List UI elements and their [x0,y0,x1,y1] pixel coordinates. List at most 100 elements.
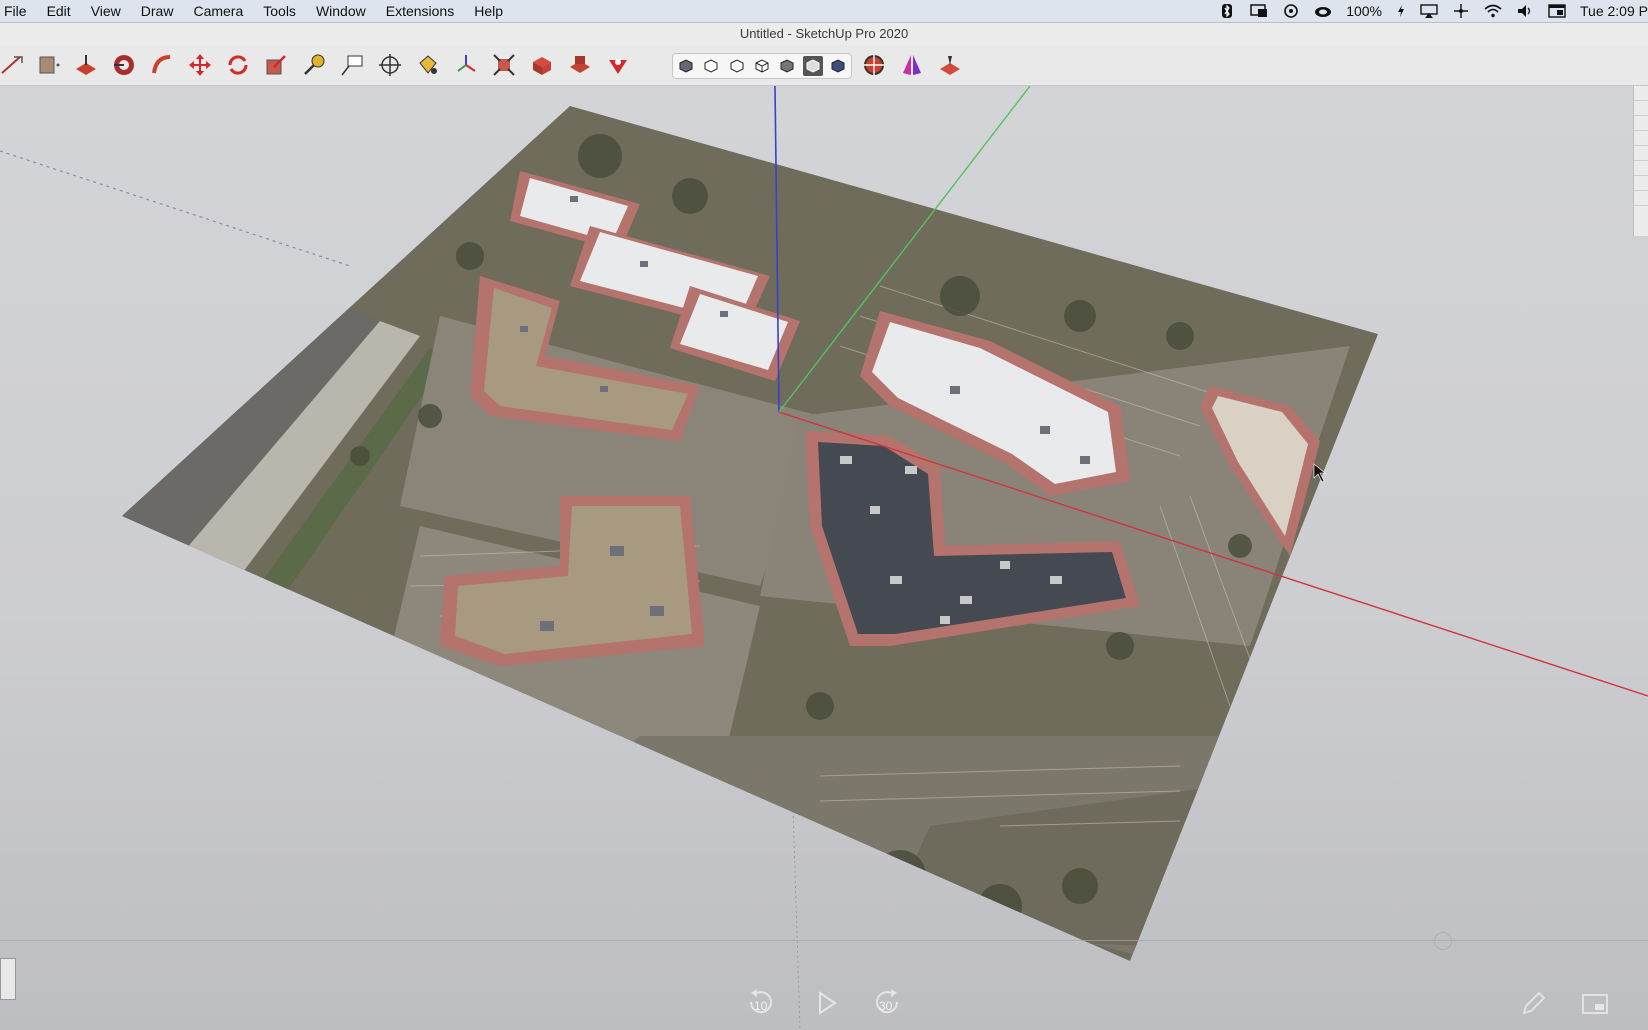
macos-menu-bar: File Edit View Draw Camera Tools Window … [0,0,1648,23]
hidden-line-style-icon [755,59,769,73]
offset-tool-button[interactable] [110,51,138,79]
monochrome-style-button[interactable] [828,56,848,76]
line-tool-button[interactable] [0,51,26,79]
creative-cloud-icon[interactable] [1314,4,1332,18]
menu-draw[interactable]: Draw [131,0,184,22]
menu-file[interactable]: File [0,0,37,22]
paint-bucket-icon [419,55,437,74]
sandbox-button[interactable] [936,51,964,79]
battery-charging-icon[interactable] [1396,4,1406,18]
menu-camera[interactable]: Camera [183,0,253,22]
orbit-tool-button[interactable] [376,51,404,79]
extension-warehouse-icon [609,59,627,74]
menu-edit[interactable]: Edit [37,0,81,22]
main-toolbar [0,45,1648,86]
shaded-style-icon [780,59,794,73]
picture-in-picture-button[interactable] [1580,991,1610,1017]
tape-measure-icon [304,54,325,75]
components-button[interactable] [528,51,556,79]
xray-style-icon [679,59,693,73]
tray-tab[interactable] [1634,116,1648,131]
section-plane-icon [903,55,921,75]
paint-bucket-button[interactable] [414,51,442,79]
push-pull-tool-button[interactable] [72,51,100,79]
menu-help[interactable]: Help [464,0,513,22]
clock[interactable]: Tue 2:09 P [1580,3,1648,19]
scale-tool-button[interactable] [262,51,290,79]
tray-tab[interactable] [1634,176,1648,191]
back-edges-style-icon [704,59,718,73]
picture-in-picture-icon [1582,994,1608,1014]
video-timeline[interactable] [0,940,1648,941]
offset-tool-icon [114,55,134,75]
video-controls: 10 30 [0,985,1648,1030]
rectangle-tool-button[interactable] [34,51,62,79]
warehouse-button[interactable] [566,51,594,79]
move-arrows-icon[interactable] [1452,4,1470,18]
display-mirroring-icon[interactable] [1250,4,1268,18]
status-menu-area: 100% Tue 2:09 P [1218,0,1648,22]
back-edges-style-button[interactable] [701,56,721,76]
tray-tab[interactable] [1634,161,1648,176]
text-tool-icon [341,55,363,76]
wireframe-style-button[interactable] [727,56,747,76]
tray-tab[interactable] [1634,146,1648,161]
menu-view[interactable]: View [81,0,131,22]
scene-canvas [0,86,1648,1030]
hidden-line-style-button[interactable] [752,56,772,76]
model-viewport[interactable] [0,86,1648,1030]
tray-tab[interactable] [1634,86,1648,101]
bluetooth-icon[interactable] [1218,4,1236,18]
shaded-style-button[interactable] [777,56,797,76]
rewind-seconds: 10 [754,999,768,1013]
rotate-tool-button[interactable] [224,51,252,79]
extension-warehouse-button[interactable] [604,51,632,79]
add-location-button[interactable] [860,51,888,79]
forward-button[interactable]: 30 [870,985,906,1021]
axes-tool-icon [457,55,476,72]
wireframe-style-icon [730,59,744,73]
sync-icon[interactable] [1282,4,1300,18]
volume-icon[interactable] [1516,4,1534,18]
annotate-button[interactable] [1518,989,1548,1019]
styles-toolbar [672,53,852,79]
push-pull-tool-icon [76,55,96,75]
forward-seconds: 30 [879,999,893,1013]
green-axis-dotted [0,150,351,267]
section-plane-button[interactable] [898,51,926,79]
collapsed-tray-panel[interactable] [1633,86,1648,236]
scale-tool-icon [266,55,286,75]
rotate-tool-icon [228,55,248,75]
axes-tool-button[interactable] [452,51,480,79]
app-menu-list: File Edit View Draw Camera Tools Window … [0,0,513,22]
tray-tab[interactable] [1634,101,1648,116]
line-tool-icon [1,56,23,74]
menu-window[interactable]: Window [306,0,376,22]
text-tool-button[interactable] [338,51,366,79]
window-icon[interactable] [1548,4,1566,18]
menu-tools[interactable]: Tools [253,0,306,22]
sandbox-icon [940,56,960,75]
add-location-icon [864,55,884,75]
move-tool-button[interactable] [186,51,214,79]
menu-extensions[interactable]: Extensions [376,0,464,22]
rewind-button[interactable]: 10 [742,985,778,1021]
play-button[interactable] [812,985,842,1021]
shaded-textures-style-button[interactable] [802,56,823,76]
battery-percent: 100% [1346,3,1383,19]
tape-measure-button[interactable] [300,51,328,79]
video-scrubber[interactable] [1434,932,1452,950]
wifi-icon[interactable] [1484,4,1502,18]
components-icon [533,57,551,75]
follow-me-tool-button[interactable] [148,51,176,79]
zoom-extents-button[interactable] [490,51,518,79]
tray-tab[interactable] [1634,191,1648,206]
warehouse-icon [570,56,590,73]
aerial-photo-plane[interactable] [0,86,1648,1030]
follow-me-tool-icon [152,55,171,74]
xray-style-button[interactable] [676,56,696,76]
monochrome-style-icon [831,59,845,73]
orbit-tool-icon [379,54,401,76]
tray-tab[interactable] [1634,131,1648,146]
airplay-icon[interactable] [1420,4,1438,18]
